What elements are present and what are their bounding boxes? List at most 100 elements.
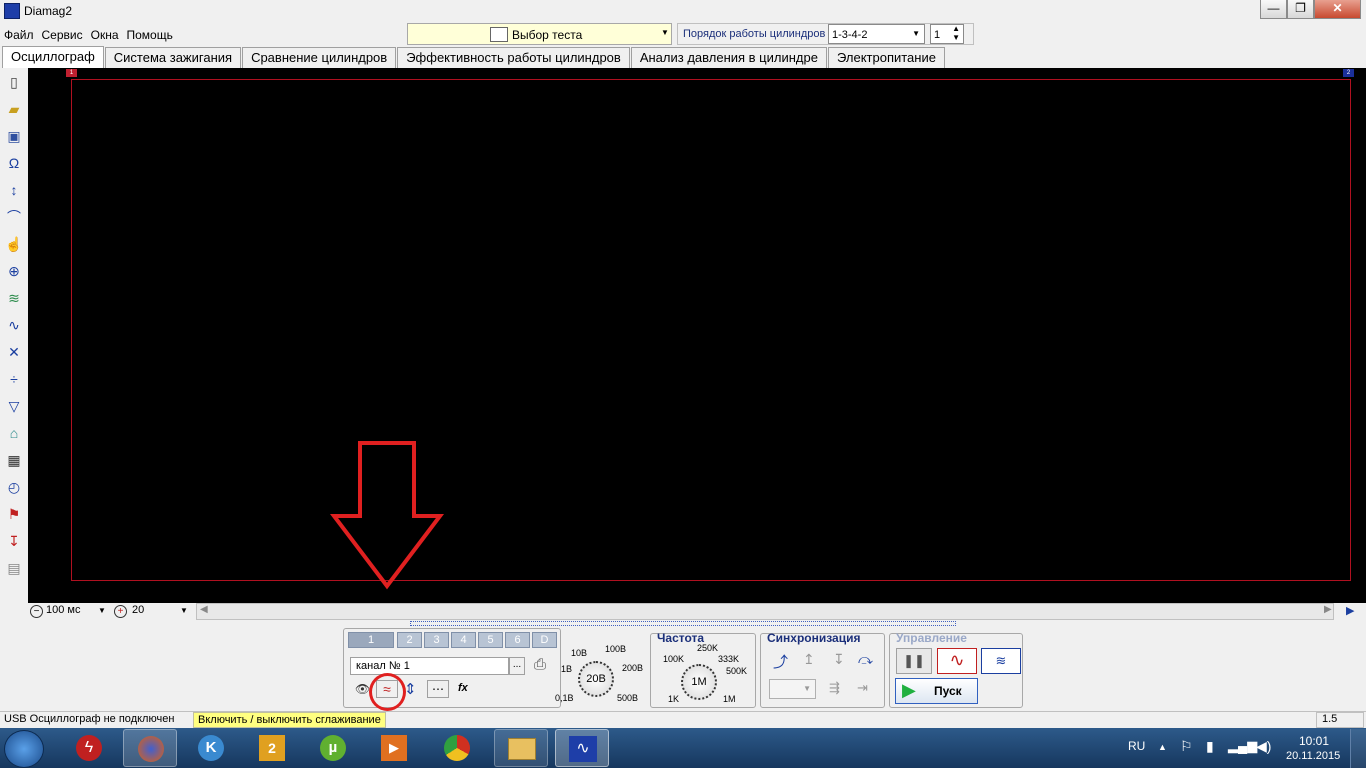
vertical-scale-icon[interactable]: ↕	[5, 181, 23, 199]
sine-overlay-icon[interactable]: ∿	[5, 316, 23, 334]
version-label: 1.5	[1316, 712, 1364, 728]
sync-level-icon[interactable]: ⇶	[829, 680, 840, 696]
engine-icon[interactable]: ⌂	[5, 424, 23, 442]
sync-merge-icon[interactable]: ⇥	[857, 680, 868, 696]
cross-cursor-icon[interactable]: ✕	[5, 343, 23, 361]
minimize-button[interactable]: —	[1260, 0, 1287, 19]
taskbar-k-icon[interactable]: K	[184, 729, 238, 767]
cylinder-number-spinner[interactable]: 1 ▲ ▼	[930, 24, 964, 44]
channel-button-1[interactable]: 1	[348, 632, 394, 648]
pause-button[interactable]: ❚❚	[896, 648, 932, 674]
menu-service[interactable]: Сервис	[42, 28, 83, 42]
tray-volume-icon[interactable]: ◀)	[1256, 738, 1271, 755]
taskbar-games-icon[interactable]: 2	[245, 729, 299, 767]
flag-icon[interactable]: ⚑	[5, 505, 23, 523]
zoom-value[interactable]: 20	[132, 604, 144, 616]
taskbar-firefox-icon[interactable]	[123, 729, 177, 767]
tab-cylinder-efficiency[interactable]: Эффективность работы цилиндров	[397, 47, 630, 68]
scroll-left-icon[interactable]: ◀	[200, 604, 208, 615]
tab-power-supply[interactable]: Электропитание	[827, 47, 945, 68]
clock-time[interactable]: 10:01	[1299, 734, 1329, 748]
chevron-down-icon[interactable]: ▼	[180, 606, 188, 615]
tab-ignition[interactable]: Система зажигания	[104, 47, 242, 68]
reference-lines-icon[interactable]: ⋯	[427, 680, 449, 698]
scope-graph-frame	[71, 79, 1351, 581]
menu-file[interactable]: Файл	[4, 28, 34, 42]
channel-button-4[interactable]: 4	[451, 632, 476, 648]
timebase-value[interactable]: 100 мс	[46, 604, 80, 616]
zoom-out-icon[interactable]: −	[30, 605, 43, 618]
zoom-icon[interactable]: ⊕	[5, 262, 23, 280]
menu-windows[interactable]: Окна	[91, 28, 119, 42]
channel-button-3[interactable]: 3	[424, 632, 449, 648]
channel-button-6[interactable]: 6	[505, 632, 530, 648]
auto-timer-icon[interactable]: ◴	[5, 478, 23, 496]
taskbar-chrome-icon[interactable]	[430, 729, 484, 767]
clock-date[interactable]: 20.11.2015	[1286, 750, 1340, 762]
freq-label-500k: 500K	[726, 666, 748, 676]
tray-network-icon[interactable]: ▂▄▆	[1228, 738, 1257, 754]
play-forward-icon[interactable]: ▶	[1346, 604, 1354, 617]
panel-splitter[interactable]	[410, 621, 956, 626]
zoom-in-icon[interactable]: +	[114, 605, 127, 618]
zero-level-icon[interactable]: ↧	[5, 532, 23, 550]
probe-icon[interactable]: ⎙	[530, 656, 550, 676]
channel-options-button[interactable]: ...	[509, 657, 525, 675]
tab-oscilloscope[interactable]: Осциллограф	[2, 46, 104, 68]
marker-right[interactable]: 2	[1343, 69, 1354, 77]
tab-pressure-analysis[interactable]: Анализ давления в цилиндре	[630, 47, 827, 68]
tray-battery-icon[interactable]: ▮	[1206, 738, 1214, 755]
close-button[interactable]: ✕	[1314, 0, 1361, 19]
marker-left[interactable]: 1	[66, 69, 77, 77]
sync-up-icon[interactable]: ↥	[803, 651, 815, 668]
sync-rising-edge-icon[interactable]: ⤴	[773, 651, 788, 672]
sync-title: Синхронизация	[767, 631, 861, 645]
open-folder-icon[interactable]: ▰	[5, 100, 23, 118]
horizontal-scale-icon[interactable]: ⌒	[5, 208, 23, 226]
chevron-down-icon[interactable]: ▼	[98, 606, 106, 615]
channel-button-5[interactable]: 5	[478, 632, 503, 648]
taskbar-utorrent-icon[interactable]: µ	[306, 729, 360, 767]
tooltip-hint: Включить / выключить сглаживание	[193, 712, 386, 728]
tab-bar: Осциллограф Система зажигания Сравнение …	[2, 46, 946, 68]
horizontal-scrollbar[interactable]	[196, 603, 1334, 620]
tray-flag-icon[interactable]: ⚐	[1180, 738, 1193, 755]
hand-pan-icon[interactable]: ☝	[5, 235, 23, 253]
level-cursor-icon[interactable]: ÷	[5, 370, 23, 388]
sync-auto-icon[interactable]: ⤼	[858, 651, 873, 668]
maximize-button[interactable]: ❐	[1287, 0, 1314, 19]
scroll-right-icon[interactable]: ▶	[1324, 604, 1332, 615]
taskbar-flash-icon[interactable]: ϟ	[62, 729, 116, 767]
continuous-wave-button[interactable]: ≋	[981, 648, 1021, 674]
voltage-knob[interactable]: 20В	[578, 661, 614, 697]
new-file-icon[interactable]: ▯	[5, 73, 23, 91]
tab-cylinder-compare[interactable]: Сравнение цилиндров	[242, 47, 397, 68]
freq-label-1m: 1M	[723, 694, 736, 704]
visibility-eye-icon[interactable]: 👁	[355, 682, 370, 696]
channel-button-2[interactable]: 2	[397, 632, 422, 648]
frequency-knob[interactable]: 1M	[681, 664, 717, 700]
tray-expand-icon[interactable]: ▲	[1158, 742, 1167, 752]
taskbar-explorer-icon[interactable]	[494, 729, 548, 767]
start-button[interactable]: ▶ Пуск	[895, 678, 978, 704]
sync-down-icon[interactable]: ↧	[833, 651, 845, 668]
show-desktop-button[interactable]	[1350, 729, 1366, 768]
single-wave-button[interactable]: ∿	[937, 648, 977, 674]
grid-table-icon[interactable]: ▦	[5, 451, 23, 469]
auto-scale-icon[interactable]: Ω	[5, 154, 23, 172]
taskbar-media-player-icon[interactable]: ▶	[367, 729, 421, 767]
test-select-dropdown[interactable]: Выбор теста ▼	[407, 23, 672, 45]
sync-source-select[interactable]: ▼	[769, 679, 816, 699]
math-function-icon[interactable]: fx	[458, 682, 468, 694]
channel-button-digital[interactable]: D	[532, 632, 557, 648]
taskbar-diamag-icon[interactable]: ∿	[555, 729, 609, 767]
start-menu-button[interactable]	[4, 730, 44, 768]
notes-icon[interactable]: ▤	[5, 559, 23, 577]
filter-icon[interactable]: ▽	[5, 397, 23, 415]
save-icon[interactable]: ▣	[5, 127, 23, 145]
waves-icon[interactable]: ≋	[5, 289, 23, 307]
channel-name-field[interactable]: канал № 1	[350, 657, 509, 675]
menu-help[interactable]: Помощь	[127, 28, 173, 42]
cylinder-order-select[interactable]: 1-3-4-2 ▼	[828, 24, 925, 44]
language-indicator[interactable]: RU	[1128, 739, 1145, 753]
